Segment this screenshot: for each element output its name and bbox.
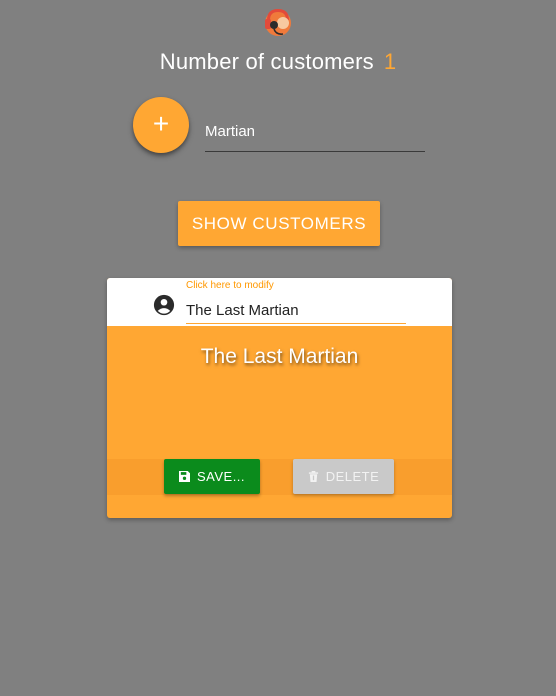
support-agent-headset-icon [265,9,291,36]
delete-button[interactable]: DELETE [293,459,394,494]
app-page: Number of customers 1 + SHOW CUSTOMERS Cl… [0,0,556,696]
save-button[interactable]: SAVE... [164,459,260,494]
delete-button-label: DELETE [325,469,380,484]
trash-icon [308,471,318,482]
page-title: Number of customers 1 [0,49,556,75]
show-customers-button[interactable]: SHOW CUSTOMERS [178,201,380,246]
save-button-label: SAVE... [196,469,246,484]
customer-count-label: Number of customers [159,49,374,74]
plus-icon: + [152,108,170,139]
customer-card: Click here to modify The Last Martian SA… [107,278,452,518]
customer-modify-input[interactable] [186,298,406,324]
floppy-disk-icon [178,471,190,482]
account-circle-icon [153,294,175,316]
add-customer-button[interactable]: + [133,97,189,153]
card-actions-bar [107,459,452,495]
customer-count-value: 1 [383,49,397,74]
customer-card-header: Click here to modify [107,278,452,326]
modify-hint-label: Click here to modify [186,280,274,291]
customer-name-input[interactable] [205,112,425,152]
customer-card-title: The Last Martian [200,345,359,368]
